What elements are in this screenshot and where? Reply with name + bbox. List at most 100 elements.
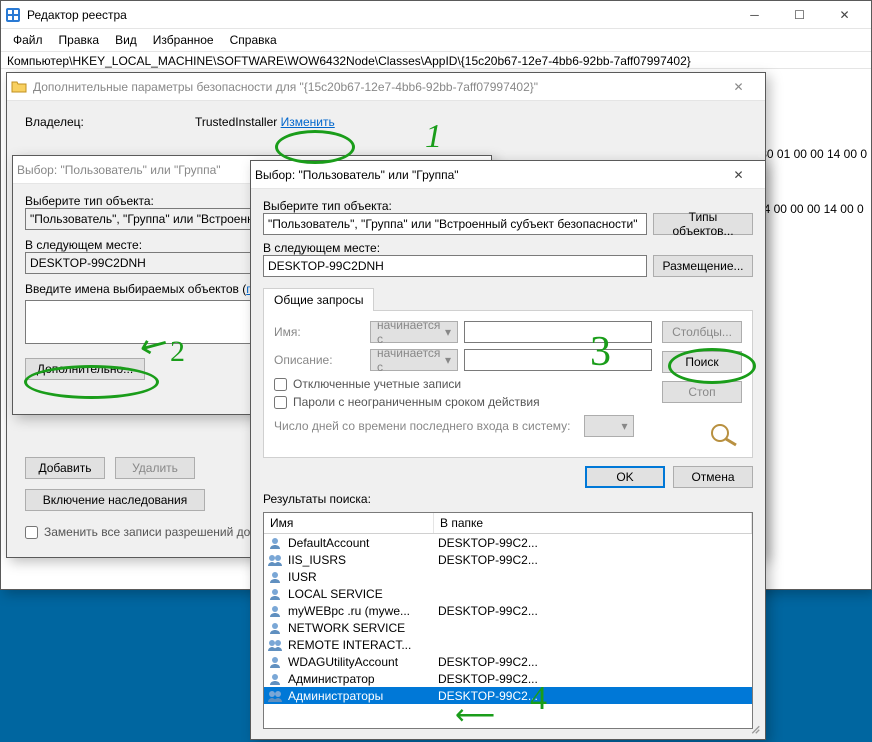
result-row[interactable]: NETWORK SERVICE: [264, 619, 752, 636]
user-icon: [267, 621, 283, 635]
location-input: [263, 255, 647, 277]
select-big-title: Выбор: "Пользователь" или "Группа": [255, 168, 716, 182]
folder-icon: [11, 79, 27, 95]
search-results[interactable]: Имя В папке DefaultAccountDESKTOP-99C2..…: [263, 512, 753, 729]
find-now-button[interactable]: Поиск: [662, 351, 742, 373]
result-name: myWEBpc .ru (mywe...: [286, 604, 436, 618]
group-icon: [267, 553, 283, 567]
owner-label: Владелец:: [25, 115, 195, 129]
advanced-button[interactable]: Дополнительно...: [25, 358, 145, 380]
result-name: IIS_IUSRS: [286, 553, 436, 567]
cancel-button[interactable]: Отмена: [673, 466, 753, 488]
chevron-down-icon: ▾: [445, 353, 451, 367]
name-combo[interactable]: начинается с▾: [370, 321, 458, 343]
hex-row-1: 30 01 00 00 14 00 0: [760, 127, 867, 182]
hex-row-2: f4 00 00 00 14 00 0: [760, 182, 867, 237]
user-icon: [267, 655, 283, 669]
add-button[interactable]: Добавить: [25, 457, 105, 479]
location-label: В следующем месте:: [263, 241, 753, 255]
select-big-close[interactable]: ✕: [716, 161, 761, 189]
result-row[interactable]: DefaultAccountDESKTOP-99C2...: [264, 534, 752, 551]
result-folder: DESKTOP-99C2...: [436, 689, 752, 703]
col-name[interactable]: Имя: [264, 513, 434, 533]
result-row[interactable]: IIS_IUSRSDESKTOP-99C2...: [264, 551, 752, 568]
minimize-button[interactable]: ─: [732, 1, 777, 29]
columns-button[interactable]: Столбцы...: [662, 321, 742, 343]
common-queries-tab[interactable]: Общие запросы: [263, 288, 374, 311]
results-header: Имя В папке: [264, 513, 752, 534]
type-input: [263, 213, 647, 235]
result-name: Администратор: [286, 672, 436, 686]
name-input[interactable]: [464, 321, 652, 343]
user-icon: [267, 672, 283, 686]
name-label: Имя:: [274, 325, 364, 339]
days-label: Число дней со времени последнего входа в…: [274, 419, 570, 433]
menu-help[interactable]: Справка: [224, 31, 283, 49]
chevron-down-icon: ▾: [445, 325, 451, 339]
result-name: WDAGUtilityAccount: [286, 655, 436, 669]
group-icon: [267, 638, 283, 652]
desc-input[interactable]: [464, 349, 652, 371]
locations-button[interactable]: Размещение...: [653, 255, 753, 277]
result-folder: DESKTOP-99C2...: [436, 672, 752, 686]
desc-combo[interactable]: начинается с▾: [370, 349, 458, 371]
regedit-title: Редактор реестра: [27, 8, 732, 22]
ok-button[interactable]: OK: [585, 466, 665, 488]
col-folder[interactable]: В папке: [434, 513, 752, 533]
disabled-accounts-checkbox[interactable]: Отключенные учетные записи: [274, 377, 652, 391]
user-icon: [267, 570, 283, 584]
address-bar[interactable]: Компьютер\HKEY_LOCAL_MACHINE\SOFTWARE\WO…: [1, 51, 871, 69]
menubar: Файл Правка Вид Избранное Справка: [1, 29, 871, 51]
hex-data: 30 01 00 00 14 00 0 f4 00 00 00 14 00 0: [760, 127, 867, 237]
result-row[interactable]: IUSR: [264, 568, 752, 585]
result-row[interactable]: АдминистраторыDESKTOP-99C2...: [264, 687, 752, 704]
user-icon: [267, 536, 283, 550]
user-icon: [267, 604, 283, 618]
result-row[interactable]: WDAGUtilityAccountDESKTOP-99C2...: [264, 653, 752, 670]
replace-label: Заменить все записи разрешений доч: [44, 525, 256, 539]
enable-inheritance-button[interactable]: Включение наследования: [25, 489, 205, 511]
close-button[interactable]: ✕: [822, 1, 867, 29]
result-row[interactable]: LOCAL SERVICE: [264, 585, 752, 602]
replace-checkbox-input[interactable]: [25, 526, 38, 539]
result-name: DefaultAccount: [286, 536, 436, 550]
select-user-dialog-big: Выбор: "Пользователь" или "Группа" ✕ Выб…: [250, 160, 766, 740]
stop-button[interactable]: Стоп: [662, 381, 742, 403]
regedit-titlebar: Редактор реестра ─ ☐ ✕: [1, 1, 871, 29]
menu-favorites[interactable]: Избранное: [147, 31, 220, 49]
maximize-button[interactable]: ☐: [777, 1, 822, 29]
security-title: Дополнительные параметры безопасности дл…: [33, 80, 716, 94]
resize-grip[interactable]: [747, 721, 761, 735]
object-types-button[interactable]: Типы объектов...: [653, 213, 753, 235]
enter-names-label: Введите имена выбираемых объектов (: [25, 282, 246, 296]
remove-button[interactable]: Удалить: [115, 457, 195, 479]
result-row[interactable]: myWEBpc .ru (mywe...DESKTOP-99C2...: [264, 602, 752, 619]
result-name: Администраторы: [286, 689, 436, 703]
days-combo[interactable]: ▾: [584, 415, 634, 437]
result-name: LOCAL SERVICE: [286, 587, 436, 601]
result-folder: DESKTOP-99C2...: [436, 604, 752, 618]
menu-file[interactable]: Файл: [7, 31, 49, 49]
regedit-icon: [5, 7, 21, 23]
nonexpiring-passwords-checkbox[interactable]: Пароли с неограниченным сроком действия: [274, 395, 652, 409]
replace-checkbox[interactable]: Заменить все записи разрешений доч: [25, 525, 256, 539]
chevron-down-icon: ▾: [621, 419, 627, 433]
result-name: NETWORK SERVICE: [286, 621, 436, 635]
group-icon: [267, 689, 283, 703]
results-label: Результаты поиска:: [263, 492, 753, 506]
user-icon: [267, 587, 283, 601]
result-folder: DESKTOP-99C2...: [436, 655, 752, 669]
result-row[interactable]: АдминистраторDESKTOP-99C2...: [264, 670, 752, 687]
result-name: IUSR: [286, 570, 436, 584]
menu-view[interactable]: Вид: [109, 31, 143, 49]
owner-value: TrustedInstaller: [195, 115, 277, 129]
result-name: REMOTE INTERACT...: [286, 638, 436, 652]
result-folder: DESKTOP-99C2...: [436, 553, 752, 567]
desc-label: Описание:: [274, 353, 364, 367]
security-close[interactable]: ✕: [716, 73, 761, 101]
result-row[interactable]: REMOTE INTERACT...: [264, 636, 752, 653]
change-owner-link[interactable]: Изменить: [281, 115, 335, 129]
menu-edit[interactable]: Правка: [53, 31, 106, 49]
search-icon: [708, 421, 742, 447]
result-folder: DESKTOP-99C2...: [436, 536, 752, 550]
